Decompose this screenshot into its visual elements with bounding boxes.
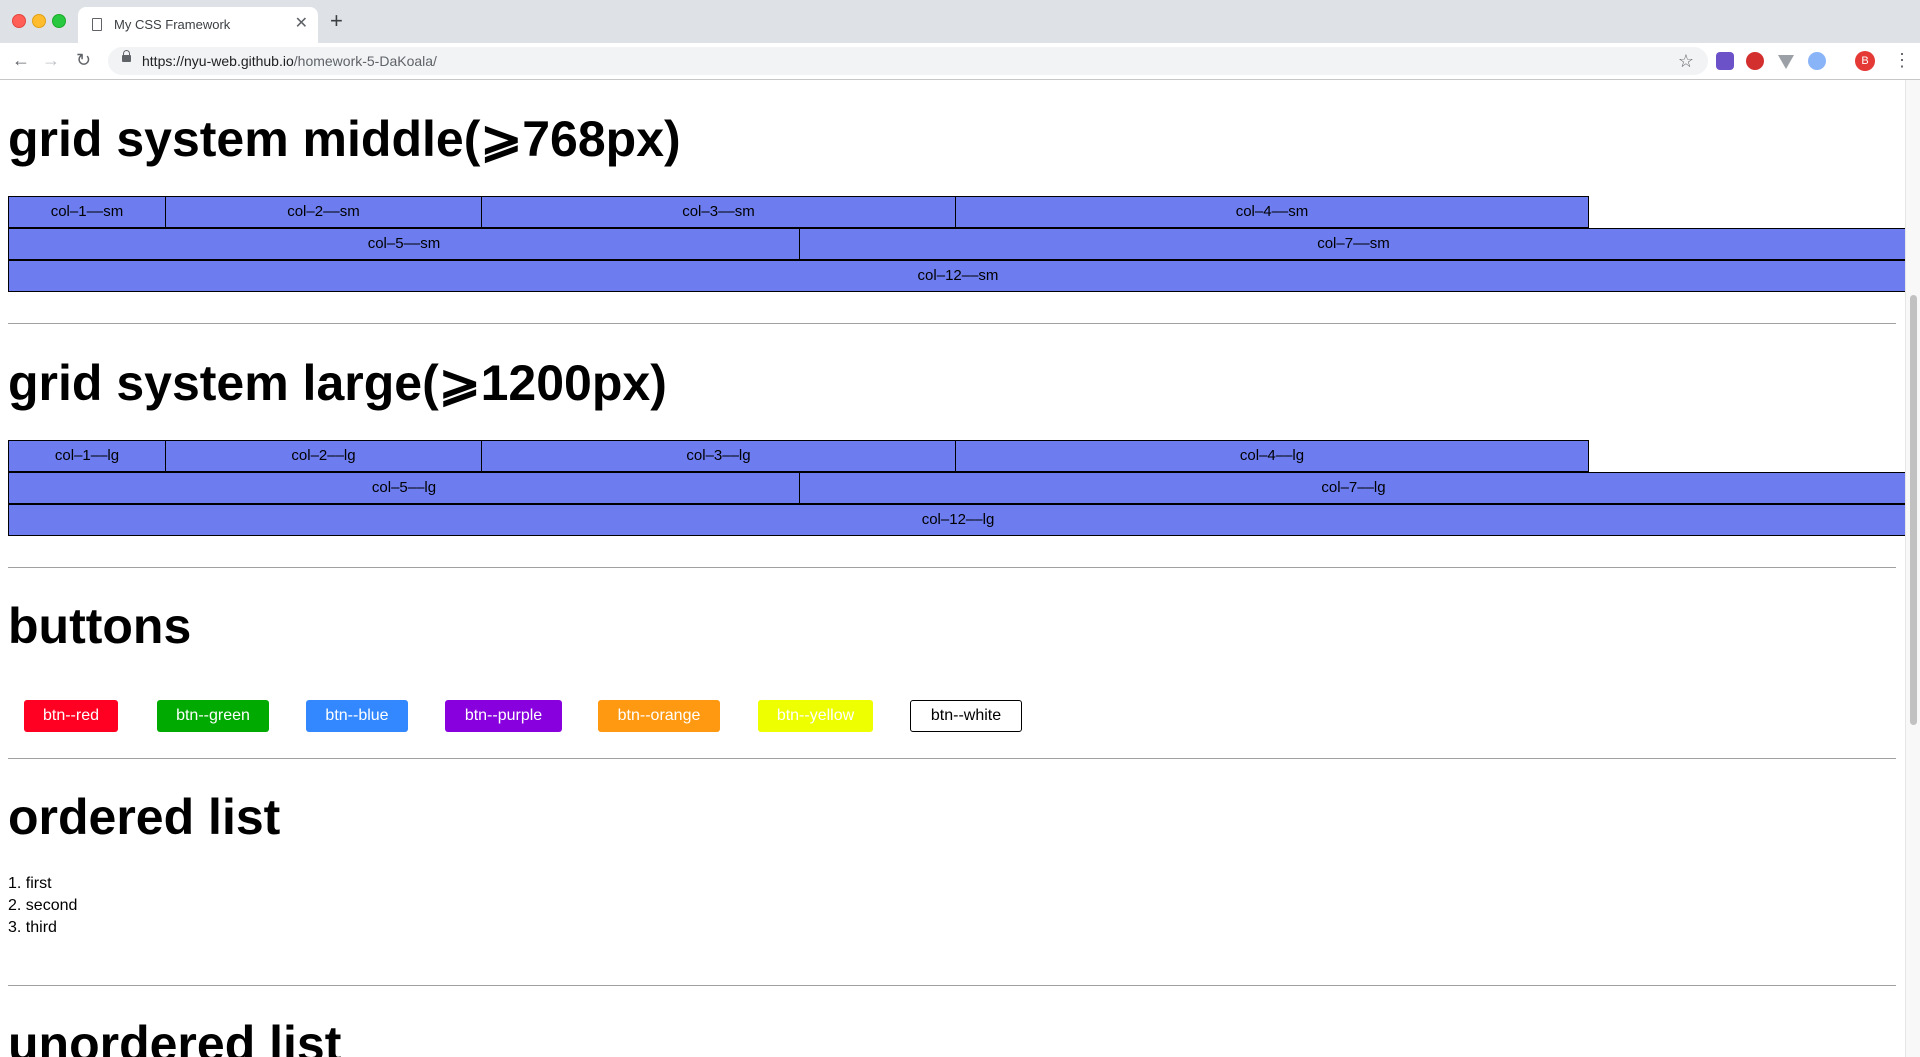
btn-blue[interactable]: btn--blue xyxy=(306,700,408,732)
section-title-ordered-list: ordered list xyxy=(8,789,281,845)
divider xyxy=(8,323,1896,324)
grid-row: col–12––lg xyxy=(8,504,1905,536)
browser-menu-icon[interactable]: ⋮ xyxy=(1893,49,1911,71)
lock-icon xyxy=(122,50,131,62)
grid-col-3-lg: col–3––lg xyxy=(481,440,956,472)
grid-row: col–1––sm col–2––sm col–3––sm col–4––sm xyxy=(8,196,1590,228)
btn-purple[interactable]: btn--purple xyxy=(445,700,562,732)
back-arrow-icon[interactable]: ← xyxy=(12,49,30,71)
section-title-grid-middle: grid system middle(⩾768px) xyxy=(8,111,681,167)
extension-vue-icon[interactable] xyxy=(1778,55,1794,69)
bookmark-star-icon[interactable]: ☆ xyxy=(1678,51,1694,71)
btn-yellow[interactable]: btn--yellow xyxy=(758,700,873,732)
grid-col-12-lg: col–12––lg xyxy=(8,504,1905,536)
grid-col-2-lg: col–2––lg xyxy=(165,440,482,472)
section-title-buttons: buttons xyxy=(8,598,192,654)
grid-row: col–5––lg col–7––lg xyxy=(8,472,1905,504)
grid-col-1-lg: col–1––lg xyxy=(8,440,166,472)
list-item: 1. first xyxy=(8,875,52,892)
btn-green[interactable]: btn--green xyxy=(157,700,269,732)
grid-col-4-sm: col–4––sm xyxy=(955,196,1589,228)
grid-col-7-lg: col–7––lg xyxy=(799,472,1905,504)
btn-red[interactable]: btn--red xyxy=(24,700,118,732)
divider xyxy=(8,985,1896,986)
grid-row: col–12––sm xyxy=(8,260,1905,292)
page-viewport: grid system middle(⩾768px) col–1––sm col… xyxy=(0,80,1905,1057)
browser-toolbar: ← → ↻ https://nyu-web.github.io/homework… xyxy=(0,43,1920,80)
section-title-unordered-list: unordered list xyxy=(8,1016,342,1057)
page-icon xyxy=(92,18,102,31)
divider xyxy=(8,567,1896,568)
grid-col-3-sm: col–3––sm xyxy=(481,196,956,228)
btn-white[interactable]: btn--white xyxy=(910,700,1022,732)
url-text[interactable]: https://nyu-web.github.io/homework-5-DaK… xyxy=(142,53,437,69)
new-tab-button[interactable]: + xyxy=(330,10,343,32)
extension-red-icon[interactable] xyxy=(1746,52,1764,70)
scrollbar-thumb[interactable] xyxy=(1910,295,1917,725)
window-minimize-button[interactable] xyxy=(32,14,46,28)
section-title-grid-large: grid system large(⩾1200px) xyxy=(8,355,667,411)
tab-close-icon[interactable]: ✕ xyxy=(295,15,308,33)
reload-icon[interactable]: ↻ xyxy=(76,49,91,71)
grid-col-7-sm: col–7––sm xyxy=(799,228,1905,260)
address-bar[interactable]: https://nyu-web.github.io/homework-5-DaK… xyxy=(108,47,1708,75)
list-item: 2. second xyxy=(8,897,78,914)
grid-col-12-sm: col–12––sm xyxy=(8,260,1905,292)
grid-col-2-sm: col–2––sm xyxy=(165,196,482,228)
divider xyxy=(8,758,1896,759)
grid-row: col–5––sm col–7––sm xyxy=(8,228,1905,260)
browser-titlebar: My CSS Framework ✕ + xyxy=(0,0,1920,43)
forward-arrow-icon[interactable]: → xyxy=(42,49,60,71)
grid-row: col–1––lg col–2––lg col–3––lg col–4––lg xyxy=(8,440,1590,472)
grid-col-4-lg: col–4––lg xyxy=(955,440,1589,472)
list-item: 3. third xyxy=(8,919,57,936)
grid-col-5-lg: col–5––lg xyxy=(8,472,800,504)
grid-col-5-sm: col–5––sm xyxy=(8,228,800,260)
grid-col-1-sm: col–1––sm xyxy=(8,196,166,228)
window-zoom-button[interactable] xyxy=(52,14,66,28)
button-row: btn--red btn--green btn--blue btn--purpl… xyxy=(8,700,1905,732)
page-scrollbar[interactable] xyxy=(1905,80,1920,1057)
tab-title: My CSS Framework xyxy=(114,17,231,32)
window-close-button[interactable] xyxy=(12,14,26,28)
extension-eyedropper-icon[interactable] xyxy=(1716,52,1734,70)
ordered-list: 1. first 2. second 3. third xyxy=(8,873,77,939)
profile-avatar[interactable]: B xyxy=(1855,51,1875,71)
browser-tab[interactable]: My CSS Framework ✕ xyxy=(78,7,318,43)
extension-blue-icon[interactable] xyxy=(1808,52,1826,70)
btn-orange[interactable]: btn--orange xyxy=(598,700,720,732)
